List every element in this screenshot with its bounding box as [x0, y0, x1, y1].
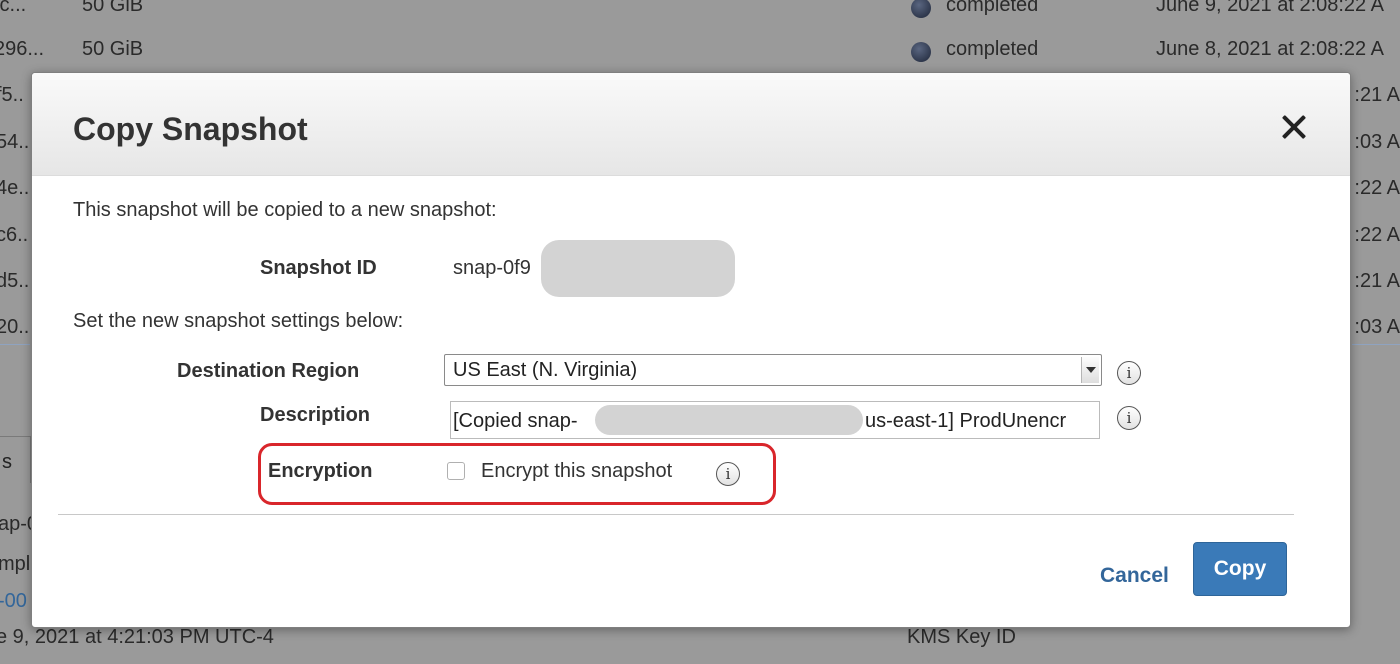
intro-text: This snapshot will be copied to a new sn… — [73, 199, 497, 221]
info-icon[interactable]: i — [1117, 361, 1141, 385]
encryption-label: Encryption — [268, 460, 373, 482]
snapshot-id-cell: fc... — [0, 0, 27, 16]
description-label: Description — [260, 404, 371, 426]
cancel-button[interactable]: Cancel — [1100, 564, 1169, 588]
redacted-block — [595, 405, 863, 435]
created-date-value: e 9, 2021 at 4:21:03 PM UTC-4 — [0, 626, 274, 648]
tab-fragment[interactable]: s — [0, 436, 31, 483]
date-cell: June 8, 2021 at 2:08:22 A — [1156, 38, 1384, 60]
destination-region-select[interactable]: US East (N. Virginia) — [444, 354, 1102, 386]
description-field[interactable]: [Copied snap- us-east-1] ProdUnencr — [450, 401, 1100, 439]
divider — [1352, 344, 1400, 345]
date-cell: :03 A — [1354, 316, 1400, 338]
dialog-header: Copy Snapshot — [32, 73, 1350, 176]
date-cell: :21 A — [1354, 84, 1400, 106]
close-icon[interactable] — [1280, 113, 1308, 141]
size-cell: 50 GiB — [82, 38, 144, 60]
snapshot-id-cell: f5.. — [0, 84, 24, 106]
kms-key-id-label: KMS Key ID — [907, 626, 1016, 648]
status-cell: completed — [946, 0, 1039, 16]
snapshot-id-cell: 296... — [0, 38, 45, 60]
date-cell: :22 A — [1354, 177, 1400, 199]
encrypt-checkbox-label[interactable]: Encrypt this snapshot — [481, 460, 672, 483]
divider — [0, 344, 30, 345]
copy-button[interactable]: Copy — [1193, 542, 1287, 596]
snapshot-id-cell: 4e.. — [0, 177, 30, 199]
detail-link[interactable]: -00 — [0, 590, 27, 613]
encrypt-checkbox[interactable] — [447, 462, 465, 480]
destination-region-label: Destination Region — [177, 360, 360, 382]
status-dot-icon — [911, 42, 931, 62]
table-row: 296... 50 GiB completed June 8, 2021 at … — [0, 30, 1400, 76]
dialog-footer-divider — [58, 514, 1294, 515]
selected-region: US East (N. Virginia) — [453, 359, 638, 381]
dialog-title: Copy Snapshot — [73, 111, 308, 147]
status-cell: completed — [946, 38, 1039, 60]
snapshot-id-cell: 54.. — [0, 131, 30, 153]
info-icon[interactable]: i — [1117, 406, 1141, 430]
snapshot-id-cell: c6.. — [0, 224, 29, 246]
date-cell: :22 A — [1354, 224, 1400, 246]
settings-intro-text: Set the new snapshot settings below: — [73, 310, 404, 332]
description-suffix: us-east-1] ProdUnencr — [865, 410, 1067, 432]
snapshot-id-cell: d5.. — [0, 270, 30, 292]
description-prefix: [Copied snap- — [453, 410, 578, 432]
date-cell: :03 A — [1354, 131, 1400, 153]
table-row: fc... 50 GiB completed June 9, 2021 at 2… — [0, 0, 1400, 32]
size-cell: 50 GiB — [82, 0, 144, 16]
copy-snapshot-dialog: Copy Snapshot This snapshot will be copi… — [31, 72, 1351, 628]
status-dot-icon — [911, 0, 931, 18]
redacted-block — [541, 240, 735, 297]
snapshot-id-cell: 20... — [0, 316, 35, 338]
info-icon[interactable]: i — [716, 462, 740, 486]
date-cell: June 9, 2021 at 2:08:22 A — [1156, 0, 1384, 16]
chevron-down-icon[interactable] — [1081, 357, 1099, 383]
tab-label: s — [2, 451, 12, 473]
snapshot-id-value: snap-0f9 — [453, 257, 531, 279]
date-cell: :21 A — [1354, 270, 1400, 292]
snapshot-id-label: Snapshot ID — [260, 257, 377, 279]
